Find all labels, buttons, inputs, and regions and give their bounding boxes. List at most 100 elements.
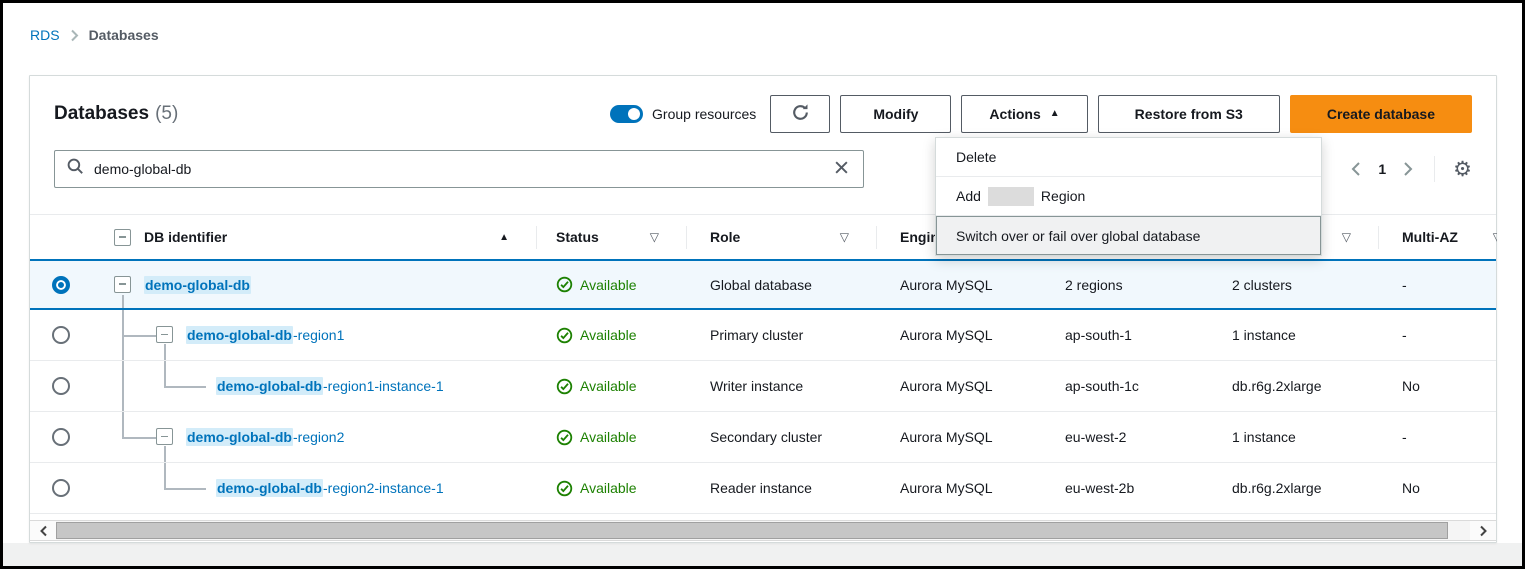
- menu-item-add-region[interactable]: Add Region: [936, 177, 1321, 216]
- filter-icon[interactable]: ▽: [840, 230, 849, 244]
- row-radio[interactable]: [52, 428, 70, 446]
- tree-connector: [122, 361, 124, 411]
- refresh-button[interactable]: [770, 95, 830, 133]
- page-number[interactable]: 1: [1378, 161, 1386, 177]
- restore-from-s3-button[interactable]: Restore from S3: [1098, 95, 1280, 133]
- modify-button[interactable]: Modify: [840, 95, 951, 133]
- cell-region-az: eu-west-2: [1041, 429, 1208, 445]
- cell-multi-az: -: [1378, 277, 1497, 293]
- filter-icon[interactable]: ▽: [1342, 230, 1351, 244]
- status-text: Available: [580, 327, 637, 343]
- row-radio[interactable]: [52, 276, 70, 294]
- db-identifier-link[interactable]: demo-global-db-region1: [186, 327, 344, 343]
- row-radio[interactable]: [52, 479, 70, 497]
- tree-connector: [164, 386, 206, 388]
- actions-button[interactable]: Actions ▲: [961, 95, 1087, 133]
- search-match-highlight: demo-global-db: [186, 326, 293, 344]
- available-check-icon: [556, 378, 573, 395]
- filter-icon[interactable]: ▽: [650, 230, 659, 244]
- group-resources-toggle[interactable]: [610, 105, 643, 123]
- cell-multi-az: No: [1378, 480, 1497, 496]
- select-cell: [30, 479, 91, 497]
- cell-multi-az: No: [1378, 378, 1497, 394]
- available-check-icon: [556, 327, 573, 344]
- breadcrumb-chevron-icon: [70, 29, 79, 42]
- status-text: Available: [580, 378, 637, 394]
- pagination: 1 ⚙: [1348, 156, 1472, 182]
- clear-search-button[interactable]: [832, 158, 851, 180]
- sort-ascending-icon[interactable]: ▲: [499, 232, 509, 243]
- table-row[interactable]: demo-global-db-region2AvailableSecondary…: [30, 412, 1496, 463]
- db-identifier-cell: demo-global-db-region1: [91, 310, 536, 360]
- collapse-row-icon[interactable]: [114, 276, 131, 293]
- status-cell: Available: [536, 276, 686, 293]
- cell-region-az: eu-west-2b: [1041, 480, 1208, 496]
- db-identifier-cell: demo-global-db-region1-instance-1: [91, 361, 536, 411]
- table-row[interactable]: demo-global-db AvailableGlobal databaseAu…: [30, 259, 1496, 310]
- cell-role: Primary cluster: [686, 327, 876, 343]
- collapse-all-icon[interactable]: [114, 229, 131, 246]
- search-box[interactable]: [54, 150, 864, 188]
- collapse-row-icon[interactable]: [156, 428, 173, 445]
- horizontal-scrollbar[interactable]: [30, 520, 1496, 541]
- db-identifier-cell: demo-global-db-region2: [91, 412, 536, 462]
- breadcrumb-rds-link[interactable]: RDS: [30, 27, 60, 43]
- filter-icon[interactable]: ▽: [1493, 230, 1497, 244]
- db-identifier-link[interactable]: demo-global-db-region1-instance-1: [216, 378, 444, 394]
- column-label: Multi-AZ: [1402, 229, 1458, 245]
- db-identifier-cell: demo-global-db: [91, 261, 536, 308]
- previous-page-button[interactable]: [1348, 159, 1364, 179]
- search-match-highlight: demo-global-db: [186, 428, 293, 446]
- table-row[interactable]: demo-global-db-region1-instance-1 Availab…: [30, 361, 1496, 412]
- tree-connector: [122, 335, 156, 337]
- menu-item-delete[interactable]: Delete: [936, 138, 1321, 177]
- cell-engine: Aurora MySQL: [876, 429, 1041, 445]
- tree-connector: [164, 361, 166, 386]
- cell-region-az: 2 regions: [1041, 277, 1208, 293]
- db-identifier-suffix: -region2-instance-1: [323, 480, 444, 496]
- scroll-left-button[interactable]: [30, 521, 56, 540]
- caret-up-icon: ▲: [1050, 109, 1060, 119]
- column-multi-az[interactable]: Multi-AZ ▽: [1378, 215, 1497, 259]
- cell-role: Global database: [686, 277, 876, 293]
- next-page-button[interactable]: [1400, 159, 1416, 179]
- cell-size: 1 instance: [1208, 327, 1378, 343]
- preferences-gear-icon[interactable]: ⚙: [1453, 159, 1472, 180]
- close-icon: [834, 160, 849, 178]
- search-icon: [67, 158, 84, 180]
- breadcrumb-current: Databases: [89, 27, 159, 43]
- db-identifier-link[interactable]: demo-global-db-region2: [186, 429, 344, 445]
- row-radio[interactable]: [52, 377, 70, 395]
- menu-item-switchover-failover[interactable]: Switch over or fail over global database: [936, 216, 1321, 255]
- create-database-button[interactable]: Create database: [1290, 95, 1472, 133]
- select-cell: [30, 377, 91, 395]
- db-identifier-link[interactable]: demo-global-db: [144, 277, 251, 293]
- group-resources-label: Group resources: [652, 106, 756, 122]
- refresh-icon: [791, 103, 810, 125]
- column-status[interactable]: Status ▽: [536, 215, 686, 259]
- table-row[interactable]: demo-global-db-region1 Available Primary c…: [30, 310, 1496, 361]
- search-input[interactable]: [94, 161, 822, 177]
- column-label: DB identifier: [144, 229, 227, 245]
- scroll-right-button[interactable]: [1470, 521, 1496, 540]
- row-radio[interactable]: [52, 326, 70, 344]
- column-role[interactable]: Role ▽: [686, 215, 876, 259]
- status-cell: Available: [536, 480, 686, 497]
- cell-engine: Aurora MySQL: [876, 327, 1041, 343]
- available-check-icon: [556, 276, 573, 293]
- status-text: Available: [580, 480, 637, 496]
- databases-panel: Databases (5) Group resources Modify Act…: [29, 75, 1497, 543]
- toolbar: Group resources Modify Actions ▲ Restore…: [610, 95, 1472, 133]
- cell-size: 1 instance: [1208, 429, 1378, 445]
- cell-engine: Aurora MySQL: [876, 277, 1041, 293]
- cell-region-az: ap-south-1c: [1041, 378, 1208, 394]
- collapse-row-icon[interactable]: [156, 326, 173, 343]
- column-db-identifier[interactable]: DB identifier ▲: [91, 215, 536, 259]
- status-cell: Available: [536, 378, 686, 395]
- status-cell: Available: [536, 429, 686, 446]
- cell-size: db.r6g.2xlarge: [1208, 480, 1378, 496]
- panel-header: Databases (5) Group resources Modify Act…: [54, 95, 1472, 133]
- db-identifier-link[interactable]: demo-global-db-region2-instance-1: [216, 480, 444, 496]
- table-row[interactable]: demo-global-db-region2-instance-1 Availab…: [30, 463, 1496, 514]
- scrollbar-thumb[interactable]: [56, 522, 1448, 539]
